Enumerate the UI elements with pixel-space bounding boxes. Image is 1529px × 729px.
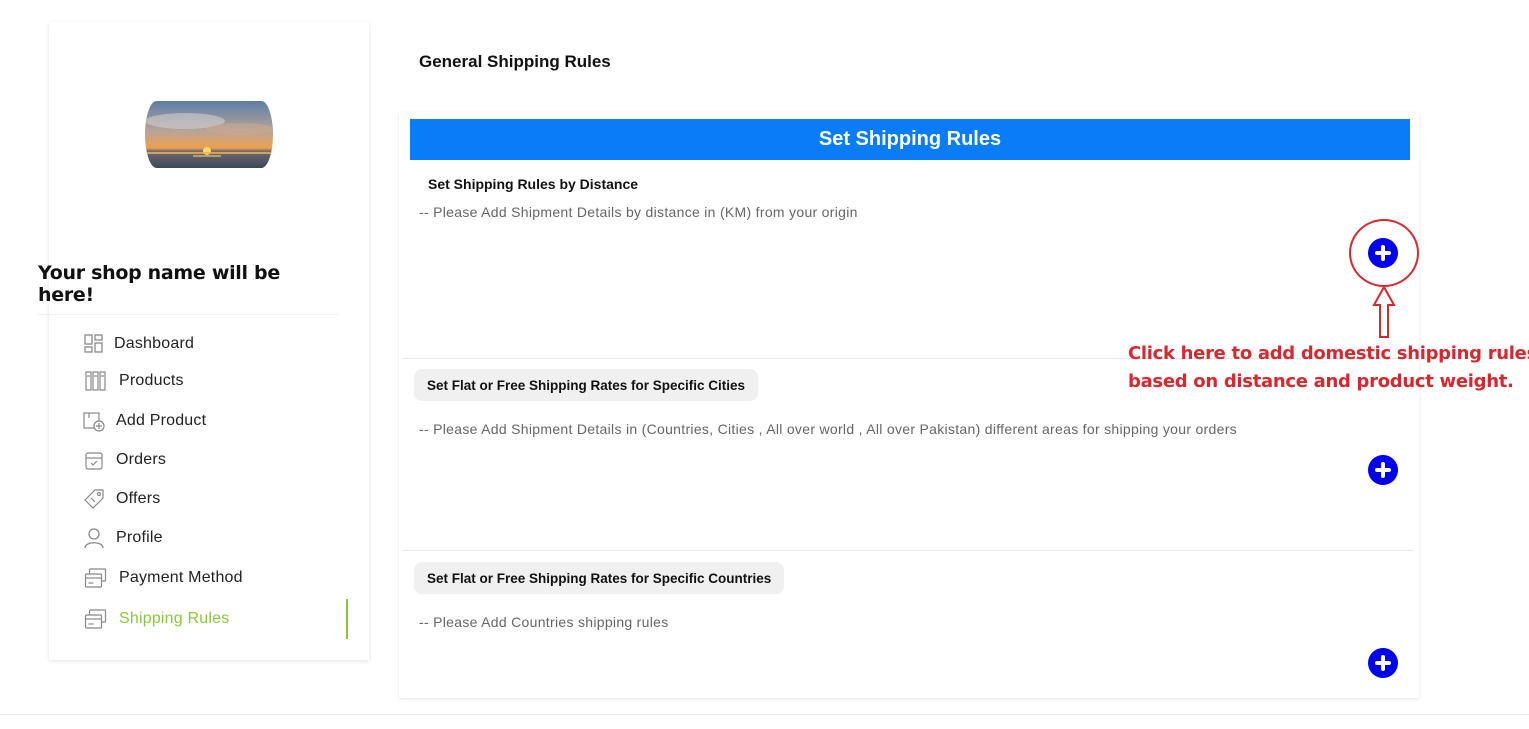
add-product-icon [83, 412, 105, 432]
section-title-countries: Set Flat or Free Shipping Rates for Spec… [414, 562, 785, 594]
products-icon [85, 371, 106, 391]
sidebar-item-label: Orders [116, 451, 167, 468]
dashboard-icon [84, 334, 103, 353]
sidebar-item-orders[interactable]: Orders [83, 446, 166, 474]
sidebar-item-dashboard[interactable]: Dashboard [83, 330, 194, 358]
sidebar-item-offers[interactable]: Offers [83, 485, 160, 513]
sidebar-item-label: Shipping Rules [119, 610, 230, 627]
active-indicator [346, 599, 348, 639]
up-arrow-icon [1372, 285, 1396, 338]
section-title-cities: Set Flat or Free Shipping Rates for Spec… [414, 369, 759, 401]
sidebar-item-label: Add Product [116, 412, 207, 429]
shop-name: Your shop name will be here! [38, 262, 338, 315]
sidebar-item-payment-method[interactable]: Payment Method [83, 564, 243, 592]
sidebar-item-add-product[interactable]: Add Product [83, 407, 206, 435]
shop-banner-image [145, 101, 273, 168]
sidebar-item-label: Offers [116, 490, 161, 507]
shipping-card-icon [84, 609, 107, 629]
annotation-text: Click here to add domestic shipping rule… [1128, 340, 1529, 396]
set-shipping-rules-banner: Set Shipping Rules [410, 119, 1410, 160]
annotation-line-2: based on distance and product weight. [1128, 371, 1514, 392]
annotation-line-1: Click here to add domestic shipping rule… [1128, 343, 1529, 364]
add-cities-rule-button[interactable] [1368, 455, 1398, 485]
sidebar-item-shipping-rules[interactable]: Shipping Rules [83, 605, 229, 633]
add-countries-rule-button[interactable] [1368, 648, 1398, 678]
section-desc-cities: -- Please Add Shipment Details in (Count… [419, 421, 1237, 437]
payment-card-icon [84, 568, 107, 588]
sidebar-item-label: Payment Method [119, 569, 243, 586]
sidebar-item-profile[interactable]: Profile [83, 524, 163, 552]
shipping-rules-card: Set Shipping Rules Set Shipping Rules by… [399, 112, 1419, 698]
orders-icon [85, 452, 103, 470]
sidebar-item-products[interactable]: Products [85, 367, 184, 395]
section-desc-distance: -- Please Add Shipment Details by distan… [419, 204, 858, 220]
section-divider [403, 550, 1414, 551]
highlight-circle [1349, 219, 1419, 287]
footer-divider [0, 714, 1529, 715]
profile-icon [84, 528, 104, 549]
section-desc-countries: -- Please Add Countries shipping rules [419, 614, 669, 630]
sidebar: Your shop name will be here! Dashboard P… [38, 22, 369, 660]
section-title-distance: Set Shipping Rules by Distance [428, 176, 639, 192]
sidebar-item-label: Products [119, 372, 184, 389]
offers-tag-icon [84, 489, 104, 509]
sidebar-nav: Dashboard Products Add Product Orders Of… [83, 328, 349, 640]
page-title: General Shipping Rules [419, 52, 611, 71]
sidebar-item-label: Dashboard [114, 335, 195, 352]
sidebar-item-label: Profile [116, 529, 163, 546]
